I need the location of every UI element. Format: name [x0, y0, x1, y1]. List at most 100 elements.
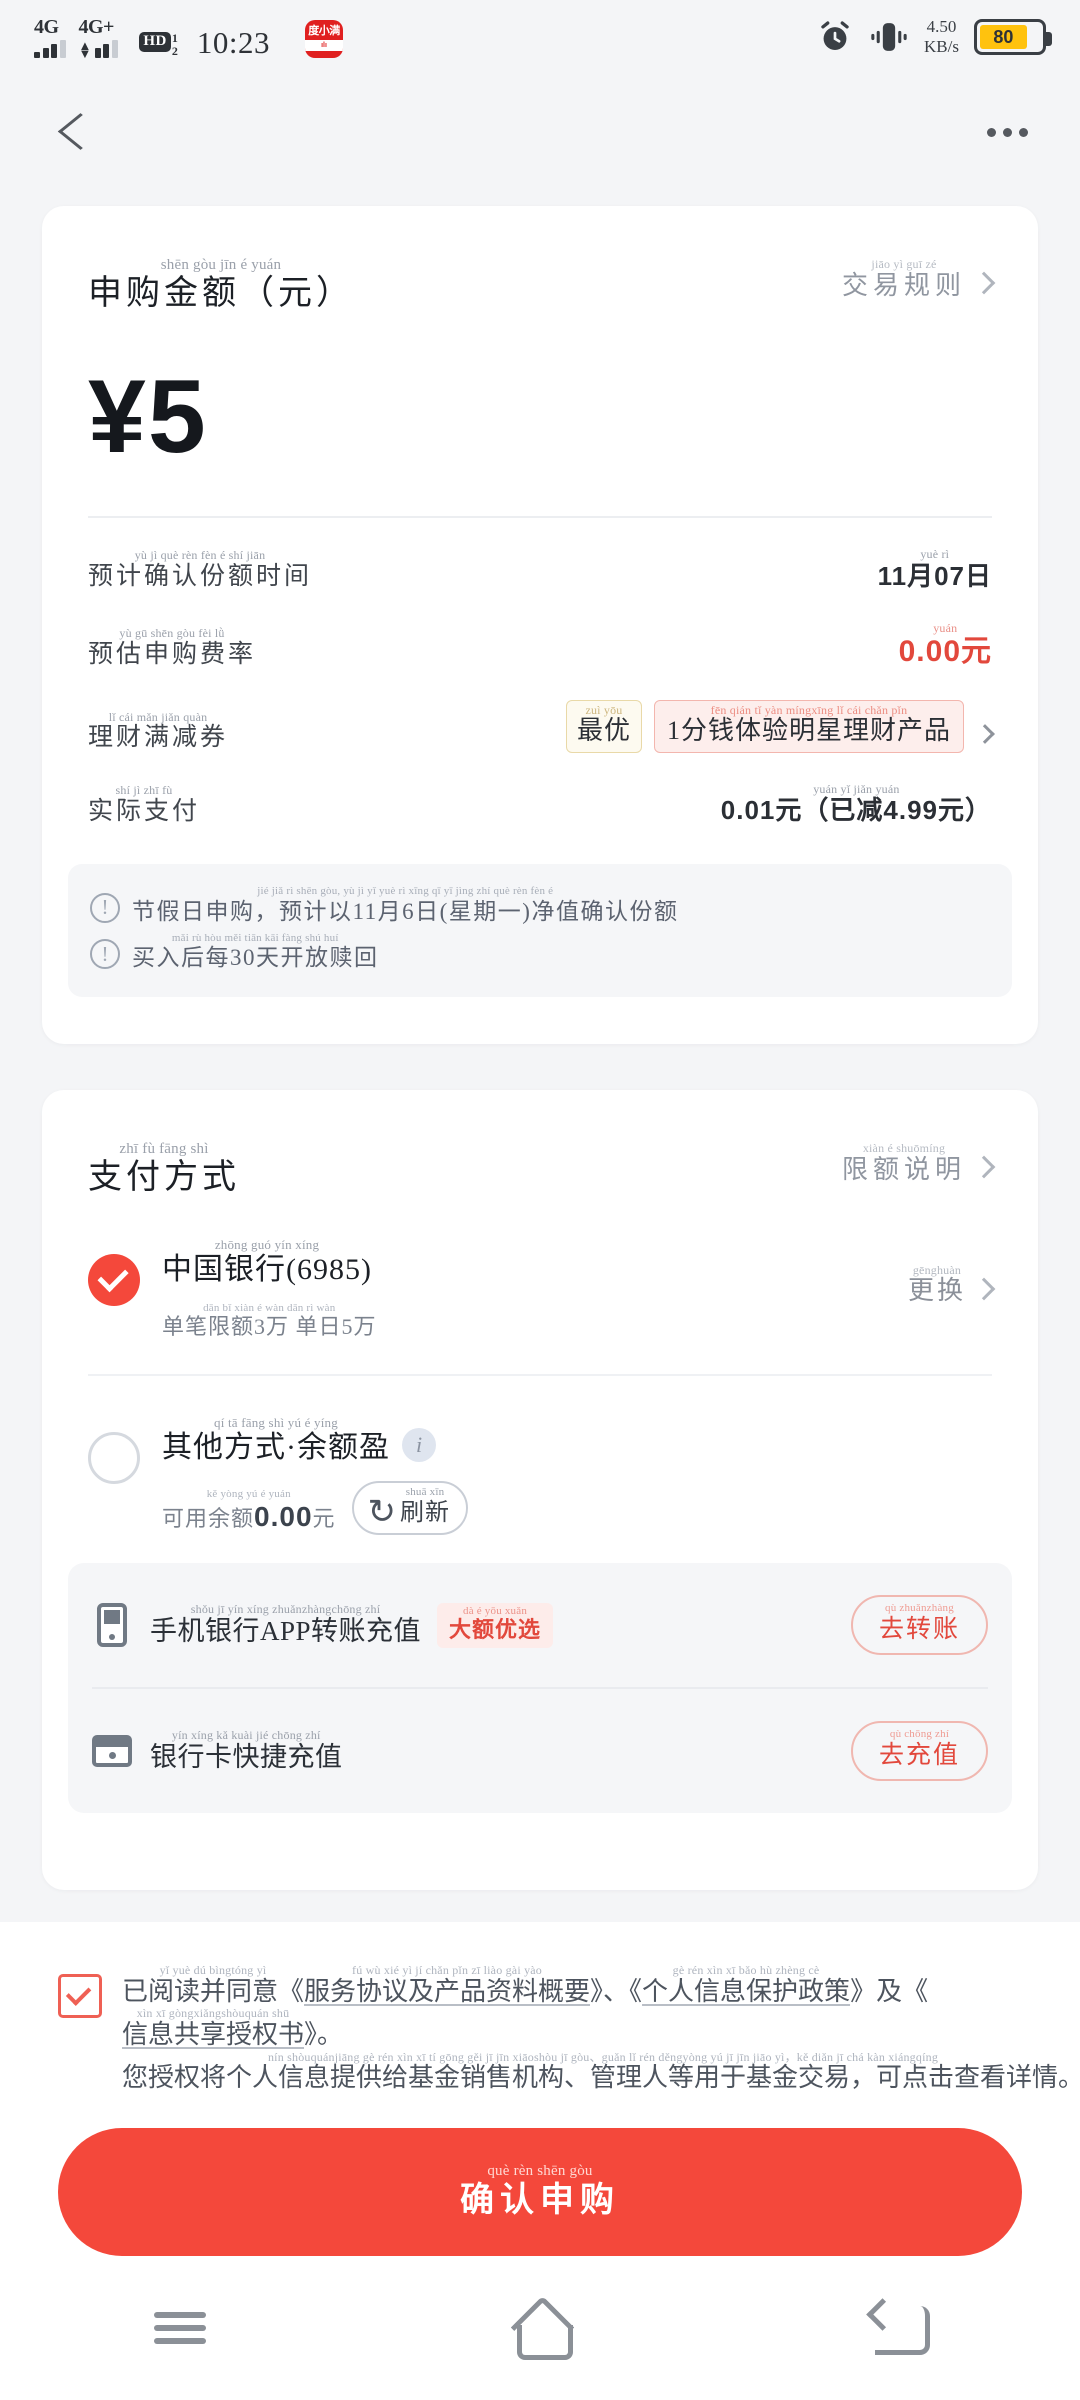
- network-speed-unit: KB/s: [924, 37, 959, 56]
- detail-rows: yù jì què rèn fèn é shí jiān 预计确认份额时间 yu…: [42, 518, 1038, 826]
- badge-best-offer: zuì yōu 最优: [565, 699, 642, 753]
- link-service-agreement[interactable]: fú wù xié yì jí chǎn pǐn zī liào gài yào…: [304, 1964, 590, 2007]
- android-home-button[interactable]: [360, 2299, 720, 2360]
- recharge-tag: dà é yōu xuǎn 大额优选: [437, 1602, 554, 1649]
- row-label: lǐ cái mǎn jiǎn quàn 理财满减券: [88, 709, 229, 752]
- go-recharge-button[interactable]: qù chōng zhí 去充值: [850, 1721, 988, 1782]
- card-icon: [92, 1728, 132, 1774]
- info-icon[interactable]: i: [402, 1428, 436, 1463]
- sim-indicator: 1 2: [172, 32, 178, 57]
- more-options-icon[interactable]: [987, 127, 1028, 137]
- exclamation-icon: !: [90, 939, 120, 970]
- limit-explanation-link[interactable]: xiàn é shuōmíng 限额说明: [841, 1141, 996, 1185]
- balance-amount-row: kě yòng yú é yuán 可用余额0.00元 ↻ shuā xīn 刷…: [162, 1481, 469, 1536]
- link-privacy-policy[interactable]: gè rén xìn xī bǎo hù zhèng cè 个人信息保护政策: [642, 1964, 850, 2007]
- agreement-text: yǐ yuè dú bìngtóng yì 已阅读并同意《 fú wù xié …: [122, 1964, 1080, 2094]
- radio-selected-icon[interactable]: [88, 1253, 140, 1306]
- amount-card-header: shēn gòu jīn é yuán 申购金额（元） jiāo yì guī …: [42, 206, 1038, 314]
- status-bar-left: 4G 4G+ ▲ ▼ HD 1 2 10:23 度小满 ılı: [34, 15, 343, 61]
- recharge-row-quick-card[interactable]: yín xíng kǎ kuài jié chōng zhí 银行卡快捷充值 q…: [92, 1687, 988, 1813]
- recharge-row-mobile-bank[interactable]: shǒu jī yín xíng zhuǎnzhàngchōng zhí 手机银…: [92, 1563, 988, 1687]
- network-label-2: 4G+: [78, 15, 115, 38]
- back-icon: [869, 2302, 931, 2355]
- recharge-label: shǒu jī yín xíng zhuǎnzhàngchōng zhí 手机银…: [150, 1602, 422, 1646]
- signal-bars-2: ▲ ▼: [78, 37, 127, 61]
- app-icon-footer: ılı: [305, 40, 343, 51]
- limit-explanation-label: xiàn é shuōmíng 限额说明: [841, 1141, 966, 1184]
- phone-icon: [92, 1602, 132, 1648]
- chevron-right-icon: [972, 1155, 996, 1179]
- battery-percent-label: 80: [993, 26, 1014, 47]
- amount-value[interactable]: ¥5: [42, 314, 1038, 475]
- badge-coupon-offer: fēn qián tǐ yàn míngxīng lǐ cái chǎn pǐn…: [653, 699, 964, 753]
- row-label: yù jì què rèn fèn é shí jiān 预计确认份额时间: [88, 548, 313, 591]
- row-coupon[interactable]: lǐ cái mǎn jiǎn quàn 理财满减券 zuì yōu 最优 fē…: [88, 670, 995, 753]
- menu-icon: [154, 2305, 206, 2351]
- refresh-balance-button[interactable]: ↻ shuā xīn 刷新: [351, 1481, 469, 1536]
- exclamation-icon: !: [90, 892, 120, 923]
- refresh-icon: ↻: [367, 1493, 397, 1532]
- trade-rules-label: jiāo yì guī zé 交易规则: [841, 257, 966, 300]
- signal-4gplus-sim2: 4G+ ▲ ▼: [78, 15, 127, 61]
- payment-option-balance[interactable]: qí tā fāng shì yú é yíng 其他方式·余额盈 i kě y…: [42, 1376, 1038, 1536]
- row-value: yuán 0.00元: [898, 620, 992, 669]
- chevron-right-icon: [972, 271, 996, 295]
- row-value: yuán yǐ jiǎn yuán 0.01元（已减4.99元）: [720, 781, 992, 826]
- payment-option-body: zhōng guó yín xíng 中国银行(6985) dān bǐ xià…: [162, 1238, 377, 1341]
- sim-2-label: 2: [171, 43, 178, 58]
- vibrate-icon: [871, 23, 907, 51]
- duxiaoman-app-icon: 度小满 ılı: [305, 19, 343, 58]
- status-bar-right: 4.50 KB/s 80: [816, 17, 1052, 56]
- balance-name-label: qí tā fāng shì yú é yíng 其他方式·余额盈: [162, 1415, 390, 1465]
- row-purchase-fee: yù gū shēn gòu fèi lǜ 预估申购费率 yuán 0.00元: [88, 592, 992, 670]
- recharge-panel: shǒu jī yín xíng zhuǎnzhàngchōng zhí 手机银…: [68, 1563, 1012, 1814]
- change-bank-link[interactable]: gēnghuàn 更换: [907, 1262, 996, 1307]
- notice-item: ! mǎi rù hòu měi tiān kāi fàng shú huí 买…: [90, 932, 990, 972]
- back-arrow-icon[interactable]: [52, 110, 96, 154]
- agreement-tail-text: nín shòuquánjiāng gè rén xìn xī tí gōng …: [122, 2049, 1080, 2093]
- agreement-block: yǐ yuè dú bìngtóng yì 已阅读并同意《 fú wù xié …: [58, 1964, 1080, 2094]
- payment-card-header: zhī fù fāng shì 支付方式 xiàn é shuōmíng 限额说…: [42, 1090, 1038, 1198]
- alarm-icon: [821, 21, 849, 50]
- trade-rules-link[interactable]: jiāo yì guī zé 交易规则: [841, 257, 996, 301]
- payment-option-body: qí tā fāng shì yú é yíng 其他方式·余额盈 i kě y…: [162, 1416, 469, 1536]
- chevron-right-icon: [975, 723, 995, 744]
- page-title: shēn gòu jīn é yuán 申购金额（元）: [88, 257, 354, 312]
- confirm-subscription-button[interactable]: què rèn shēn gòu 确认申购: [58, 2128, 1022, 2256]
- payment-section-title: zhī fù fāng shì 支付方式: [88, 1141, 240, 1196]
- notice-item: ! jié jiǎ rì shēn gòu, yù jì yǐ yuè rì x…: [90, 885, 990, 925]
- balance-value: 0.00: [254, 1501, 313, 1533]
- chevron-right-icon: [972, 1277, 996, 1301]
- payment-method-card: zhī fù fāng shì 支付方式 xiàn é shuōmíng 限额说…: [42, 1090, 1038, 1890]
- change-bank-label: gēnghuàn 更换: [907, 1262, 966, 1306]
- hd-label: HD: [139, 32, 171, 53]
- signal-bars-1: [34, 39, 66, 58]
- android-menu-button[interactable]: [0, 2305, 360, 2351]
- balance-name-row: qí tā fāng shì yú é yíng 其他方式·余额盈 i: [162, 1416, 468, 1465]
- android-back-button[interactable]: [720, 2302, 1080, 2355]
- radio-unselected-icon[interactable]: [88, 1432, 140, 1485]
- link-info-sharing[interactable]: xìn xī gòngxiǎngshòuquán shū 信息共享授权书: [122, 2007, 304, 2050]
- android-nav-bar: [0, 2256, 1080, 2400]
- bank-name-label: zhōng guó yín xíng 中国银行(6985): [162, 1236, 372, 1286]
- subscription-amount-card: shēn gòu jīn é yuán 申购金额（元） jiāo yì guī …: [42, 206, 1038, 1044]
- data-transfer-icon: ▲ ▼: [78, 37, 92, 61]
- bottom-action-sheet: yǐ yuè dú bìngtóng yì 已阅读并同意《 fú wù xié …: [0, 1922, 1080, 2256]
- agreement-checkbox[interactable]: [58, 1974, 102, 2019]
- network-label-1: 4G: [34, 15, 59, 38]
- row-value: zuì yōu 最优 fēn qián tǐ yàn míngxīng lǐ c…: [565, 699, 995, 753]
- battery-icon: 80: [974, 19, 1052, 55]
- balance-unit: 元: [312, 1506, 336, 1532]
- network-speed: 4.50 KB/s: [924, 17, 959, 56]
- balance-label: 可用余额: [162, 1506, 255, 1532]
- row-value: yuè rì 11月07日: [877, 547, 992, 591]
- payment-option-bank-card[interactable]: zhōng guó yín xíng 中国银行(6985) dān bǐ xià…: [42, 1198, 1038, 1341]
- go-transfer-button[interactable]: qù zhuǎnzhàng 去转账: [850, 1595, 988, 1656]
- network-speed-value: 4.50: [926, 17, 957, 37]
- battery-fill: 80: [980, 25, 1027, 49]
- status-bar: 4G 4G+ ▲ ▼ HD 1 2 10:23 度小满 ılı 4.50 KB/…: [0, 0, 1080, 74]
- row-confirm-date: yù jì què rèn fèn é shí jiān 预计确认份额时间 yu…: [88, 518, 992, 591]
- home-icon: [509, 2299, 573, 2360]
- signal-4g-sim1: 4G: [34, 17, 66, 58]
- hd-volte-icon: HD 1 2: [139, 32, 178, 57]
